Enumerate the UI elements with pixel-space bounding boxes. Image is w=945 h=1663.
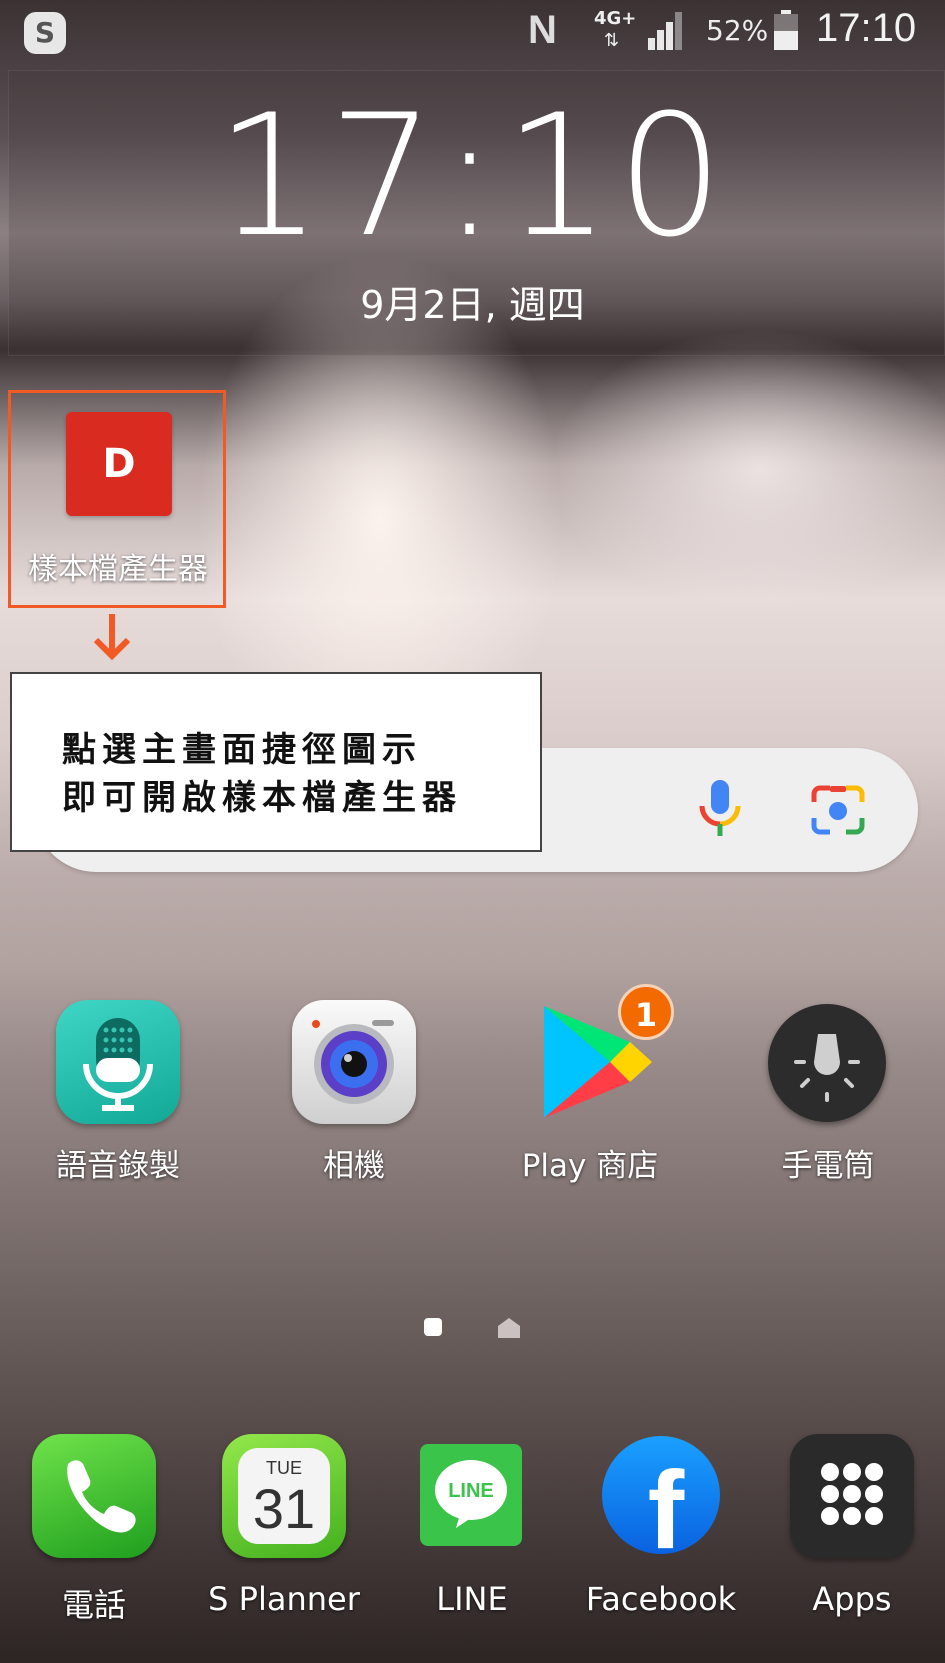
dock-label-apps[interactable]: Apps — [752, 1580, 945, 1618]
home-page-indicator-icon[interactable] — [496, 1316, 522, 1340]
camera-icon[interactable] — [292, 1000, 416, 1124]
voice-recorder-icon[interactable] — [56, 1000, 180, 1124]
app-label-voice-recorder[interactable]: 語音錄製 — [18, 1140, 218, 1185]
status-bar: S N 4G+ ⇅ 52% 17:10 — [0, 0, 945, 62]
nfc-icon: N — [528, 8, 557, 52]
page-indicator-dot[interactable] — [424, 1318, 442, 1336]
network-type: 4G+ — [594, 8, 637, 29]
facebook-f: f — [648, 1449, 685, 1554]
status-time: 17:10 — [816, 6, 917, 50]
battery-icon — [774, 10, 798, 50]
app-label-camera[interactable]: 相機 — [254, 1140, 454, 1185]
callout-line-2: 即可開啟樣本檔產生器 — [62, 778, 462, 818]
calendar-date: 31 — [253, 1477, 315, 1540]
data-activity-icon: ⇅ — [604, 30, 620, 51]
line-icon-text: LINE — [448, 1480, 494, 1502]
calendar-day: TUE — [266, 1458, 302, 1478]
skype-notification-icon: S — [24, 12, 66, 54]
callout-line-1: 點選主畫面捷徑圖示 — [62, 730, 422, 770]
dock-label-facebook[interactable]: Facebook — [561, 1580, 761, 1618]
arrow-down-icon — [93, 614, 131, 661]
clock-date[interactable]: 9月2日, 週四 — [0, 274, 945, 329]
calendar-icon[interactable]: TUE 31 — [222, 1434, 346, 1558]
dock-label-s-planner[interactable]: S Planner — [184, 1580, 384, 1618]
dock-label-phone[interactable]: 電話 — [0, 1580, 194, 1626]
signal-strength-icon — [648, 12, 690, 50]
facebook-icon[interactable]: f — [602, 1436, 720, 1572]
app-label-flashlight[interactable]: 手電筒 — [728, 1140, 928, 1185]
google-lens-icon[interactable] — [810, 784, 866, 836]
sample-file-generator-icon[interactable]: D — [66, 412, 172, 516]
battery-percent: 52% — [706, 14, 769, 47]
notification-badge: 1 — [618, 984, 674, 1040]
flashlight-icon[interactable] — [768, 1004, 886, 1122]
instruction-callout: 點選主畫面捷徑圖示 即可開啟樣本檔產生器 — [10, 672, 542, 852]
microphone-icon[interactable] — [692, 778, 748, 838]
apps-grid-icon[interactable] — [790, 1434, 914, 1558]
clock-time[interactable]: 17:10 — [0, 78, 945, 274]
line-icon[interactable]: LINE — [420, 1444, 522, 1546]
sample-file-generator-label[interactable]: 樣本檔產生器 — [14, 544, 222, 588]
phone-icon[interactable] — [32, 1434, 156, 1558]
dock-label-line[interactable]: LINE — [372, 1580, 572, 1618]
app-label-play-store[interactable]: Play 商店 — [490, 1140, 690, 1185]
